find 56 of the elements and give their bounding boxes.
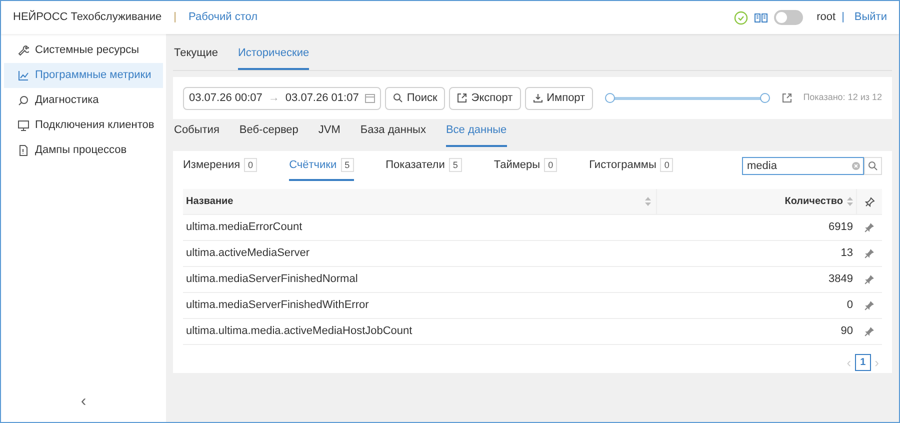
metric-tab[interactable]: Показатели 5 [386, 151, 462, 181]
category-tab[interactable]: Все данные [446, 122, 507, 147]
table-cell-text: 0 [846, 298, 854, 314]
page-button[interactable]: 1 [855, 354, 871, 372]
tab-label: Измерения [183, 158, 240, 173]
category-tab[interactable]: События [174, 122, 220, 147]
metric-tab[interactable]: Измерения 0 [183, 151, 258, 181]
sidebar-item[interactable]: Подключения клиентов [4, 113, 163, 138]
column-header[interactable]: Название [183, 194, 234, 209]
sidebar-item[interactable]: Системные ресурсы [4, 38, 163, 63]
count-badge: 5 [340, 158, 354, 172]
table-cell-text: 13 [840, 246, 854, 262]
date-to: 03.07.26 01:07 [285, 90, 359, 106]
table-cell-text: ultima.mediaErrorCount [185, 220, 304, 236]
metric-tab[interactable]: Гистограммы 0 [589, 151, 674, 181]
sidebar-item[interactable]: Диагностика [4, 88, 163, 113]
tab-label: Счётчики [289, 158, 337, 173]
table-cell-text: ultima.ultima.media.activeMediaHostJobCount [185, 324, 414, 340]
toolbar-button[interactable]: Импорт [524, 86, 594, 110]
sidebar-item[interactable]: Дампы процессов [4, 138, 163, 163]
count-badge: 0 [544, 158, 558, 172]
app-title: НЕЙРОСС Техобслуживание [13, 9, 162, 26]
count-badge: 0 [244, 158, 258, 172]
toolbar-button[interactable]: Экспорт [449, 86, 521, 110]
metric-tab[interactable]: Счётчики 5 [289, 151, 354, 181]
tab-label: Показатели [386, 158, 445, 173]
metric-tab[interactable]: Таймеры 0 [494, 151, 558, 181]
category-tab[interactable]: База данных [360, 122, 426, 147]
table-cell-text: ultima.mediaServerFinishedNormal [185, 272, 359, 288]
user-name: root [816, 10, 836, 26]
table-cell-text: 90 [840, 324, 854, 340]
category-tab[interactable]: Веб-сервер [239, 122, 298, 147]
table-cell-text: 3849 [828, 272, 854, 288]
sidebar-item[interactable]: Программные метрики [4, 63, 163, 88]
table-cell-text: ultima.activeMediaServer [185, 246, 310, 262]
date-from: 03.07.26 00:07 [189, 90, 262, 106]
toolbar-button[interactable]: Поиск [384, 86, 446, 110]
table-cell-text: 6919 [828, 220, 854, 236]
count-badge: 0 [660, 158, 674, 172]
logout-link[interactable]: Выйти [854, 9, 887, 26]
column-header[interactable]: Количество [784, 194, 843, 209]
separator: | [174, 10, 177, 26]
count-badge: 5 [448, 158, 462, 172]
tab[interactable]: Текущие [174, 44, 218, 70]
shown-count: Показано: 12 из 12 [803, 91, 882, 104]
desktop-link[interactable]: Рабочий стол [188, 9, 258, 26]
separator: | [842, 10, 844, 26]
category-tab[interactable]: JVM [318, 122, 340, 147]
tab-label: Гистограммы [589, 158, 656, 173]
collapse-button[interactable]: ‹ [80, 390, 86, 414]
tab[interactable]: Исторические [238, 44, 310, 70]
table-cell-text: ultima.mediaServerFinishedWithError [185, 298, 370, 314]
date-range-field[interactable]: 03.07.26 00:07 → 03.07.26 01:07 [183, 86, 381, 110]
search-field[interactable]: media [742, 157, 864, 175]
range-arrow: → [268, 90, 280, 106]
tab-label: Таймеры [494, 158, 540, 173]
